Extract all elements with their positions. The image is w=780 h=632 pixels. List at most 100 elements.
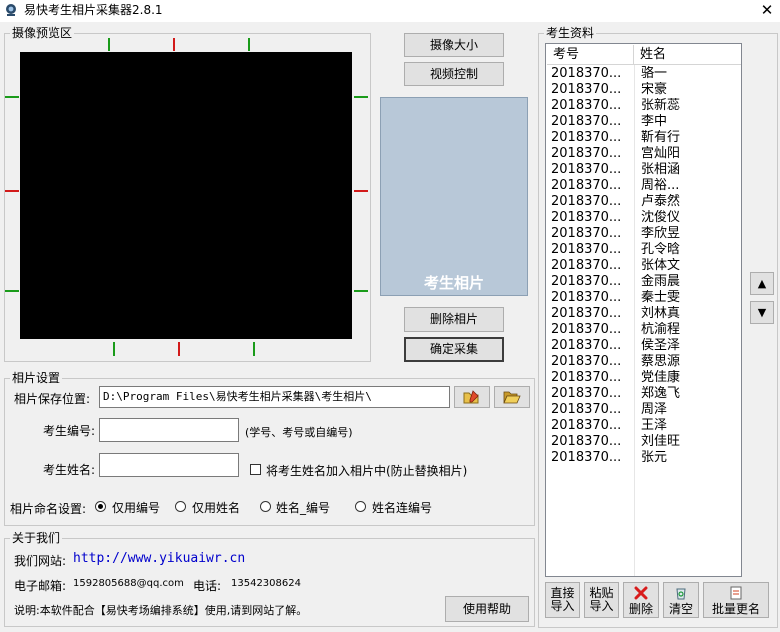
open-folder-button[interactable] bbox=[494, 386, 530, 408]
student-row[interactable]: 2018370... 刘佳旺 bbox=[547, 434, 740, 450]
student-data-label: 考生资料 bbox=[544, 26, 597, 40]
video-control-button[interactable]: 视频控制 bbox=[404, 62, 504, 86]
student-row[interactable]: 2018370... 骆一 bbox=[547, 66, 740, 82]
naming-radio-id-only[interactable] bbox=[95, 501, 106, 512]
add-name-checkbox-label: 将考生姓名加入相片中(防止替换相片) bbox=[266, 464, 468, 478]
student-row[interactable]: 2018370... 周裕... bbox=[547, 178, 740, 194]
add-name-checkbox[interactable] bbox=[250, 464, 261, 475]
image-size-button[interactable]: 摄像大小 bbox=[404, 33, 504, 57]
preview-tick bbox=[5, 290, 19, 292]
student-id-cell: 2018370... bbox=[551, 418, 622, 433]
preview-tick bbox=[113, 342, 115, 356]
student-row[interactable]: 2018370... 李中 bbox=[547, 114, 740, 130]
student-row[interactable]: 2018370... 郑逸飞 bbox=[547, 386, 740, 402]
student-id-cell: 2018370... bbox=[551, 322, 622, 337]
naming-radio-name-concat-id[interactable] bbox=[355, 501, 366, 512]
preview-tick bbox=[248, 38, 250, 51]
confirm-capture-button[interactable]: 确定采集 bbox=[404, 337, 504, 362]
preview-tick bbox=[253, 342, 255, 356]
student-id-cell: 2018370... bbox=[551, 194, 622, 209]
column-header-name[interactable]: 姓名 bbox=[634, 45, 741, 65]
student-row[interactable]: 2018370... 卢泰然 bbox=[547, 194, 740, 210]
move-down-button[interactable]: ▼ bbox=[750, 301, 774, 324]
student-row[interactable]: 2018370... 靳有行 bbox=[547, 130, 740, 146]
paste-import-button[interactable]: 粘贴 导入 bbox=[584, 582, 619, 618]
student-id-cell: 2018370... bbox=[551, 274, 622, 289]
website-label: 我们网站: bbox=[14, 554, 67, 568]
preview-tick bbox=[5, 190, 19, 192]
website-link[interactable]: http://www.yikuaiwr.cn bbox=[73, 551, 245, 566]
student-id-cell: 2018370... bbox=[551, 402, 622, 417]
naming-option-label: 仅用编号 bbox=[112, 501, 161, 515]
naming-radio-name-only[interactable] bbox=[175, 501, 186, 512]
save-path-label: 相片保存位置: bbox=[14, 392, 91, 406]
delete-photo-button[interactable]: 删除相片 bbox=[404, 307, 504, 332]
photo-label: 考生相片 bbox=[423, 274, 484, 292]
student-name-cell: 杭渝程 bbox=[641, 322, 681, 337]
preview-tick bbox=[108, 38, 110, 51]
student-id-cell: 2018370... bbox=[551, 306, 622, 321]
student-row[interactable]: 2018370... 张元 bbox=[547, 450, 740, 466]
recycle-bin-icon bbox=[676, 588, 686, 600]
red-x-icon bbox=[634, 586, 648, 600]
clear-button[interactable]: 清空 bbox=[663, 582, 699, 618]
student-id-cell: 2018370... bbox=[551, 434, 622, 449]
delete-button[interactable]: 删除 bbox=[623, 582, 659, 618]
student-row[interactable]: 2018370... 王泽 bbox=[547, 418, 740, 434]
student-row[interactable]: 2018370... 党佳康 bbox=[547, 370, 740, 386]
save-path-field[interactable]: D:\Program Files\易快考生相片采集器\考生相片\ bbox=[99, 386, 450, 408]
student-name-cell: 侯圣泽 bbox=[641, 338, 681, 353]
student-id-hint: (学号、考号或自编号) bbox=[245, 426, 353, 439]
move-up-button[interactable]: ▲ bbox=[750, 272, 774, 295]
student-id-field[interactable] bbox=[99, 418, 239, 442]
document-icon bbox=[730, 586, 742, 600]
student-name-cell: 宋豪 bbox=[641, 82, 668, 97]
student-row[interactable]: 2018370... 张体文 bbox=[547, 258, 740, 274]
student-row[interactable]: 2018370... 沈俊仪 bbox=[547, 210, 740, 226]
student-name-cell: 张新蕊 bbox=[641, 98, 681, 113]
student-row[interactable]: 2018370... 秦士雯 bbox=[547, 290, 740, 306]
student-name-cell: 刘林真 bbox=[641, 306, 681, 321]
student-row[interactable]: 2018370... 侯圣泽 bbox=[547, 338, 740, 354]
student-row[interactable]: 2018370... 宋豪 bbox=[547, 82, 740, 98]
camera-preview-label: 摄像预览区 bbox=[10, 26, 75, 40]
student-name-cell: 张元 bbox=[641, 450, 668, 465]
student-name-cell: 党佳康 bbox=[641, 370, 681, 385]
clear-label: 清空 bbox=[668, 602, 693, 616]
direct-import-button[interactable]: 直接 导入 bbox=[545, 582, 580, 618]
student-row[interactable]: 2018370... 蔡思源 bbox=[547, 354, 740, 370]
student-name-cell: 王泽 bbox=[641, 418, 668, 433]
naming-option-label: 姓名连编号 bbox=[372, 501, 433, 515]
preview-tick bbox=[5, 96, 19, 98]
preview-tick bbox=[354, 190, 368, 192]
student-row[interactable]: 2018370... 杭渝程 bbox=[547, 322, 740, 338]
open-folder-icon bbox=[503, 391, 521, 404]
student-row[interactable]: 2018370... 刘林真 bbox=[547, 306, 740, 322]
naming-radio-name-underscore-id[interactable] bbox=[260, 501, 271, 512]
student-id-cell: 2018370... bbox=[551, 354, 622, 369]
camera-preview bbox=[20, 52, 352, 339]
student-id-cell: 2018370... bbox=[551, 386, 622, 401]
batch-rename-button[interactable]: 批量更名 bbox=[703, 582, 769, 618]
student-row[interactable]: 2018370... 金雨晨 bbox=[547, 274, 740, 290]
column-header-id[interactable]: 考号 bbox=[547, 45, 634, 65]
naming-setting-label: 相片命名设置: bbox=[10, 502, 87, 516]
student-row[interactable]: 2018370... 宫灿阳 bbox=[547, 146, 740, 162]
window-title: 易快考生相片采集器2.8.1 bbox=[24, 3, 163, 17]
student-row[interactable]: 2018370... 张新蕊 bbox=[547, 98, 740, 114]
student-row[interactable]: 2018370... 张相涵 bbox=[547, 162, 740, 178]
student-id-cell: 2018370... bbox=[551, 130, 622, 145]
student-id-cell: 2018370... bbox=[551, 66, 622, 81]
student-id-cell: 2018370... bbox=[551, 290, 622, 305]
student-id-label: 考生编号: bbox=[43, 424, 96, 438]
help-button[interactable]: 使用帮助 bbox=[445, 596, 529, 622]
student-name-field[interactable] bbox=[99, 453, 239, 477]
student-list[interactable]: 考号 姓名 2018370... 骆一 2018370... 宋豪 2018370...… bbox=[545, 43, 742, 577]
close-button[interactable]: ✕ bbox=[754, 0, 780, 20]
student-name-cell: 蔡思源 bbox=[641, 354, 681, 369]
student-row[interactable]: 2018370... 周泽 bbox=[547, 402, 740, 418]
student-row[interactable]: 2018370... 孔令晗 bbox=[547, 242, 740, 258]
student-id-cell: 2018370... bbox=[551, 450, 622, 465]
student-row[interactable]: 2018370... 李欣昱 bbox=[547, 226, 740, 242]
set-folder-button[interactable] bbox=[454, 386, 490, 408]
